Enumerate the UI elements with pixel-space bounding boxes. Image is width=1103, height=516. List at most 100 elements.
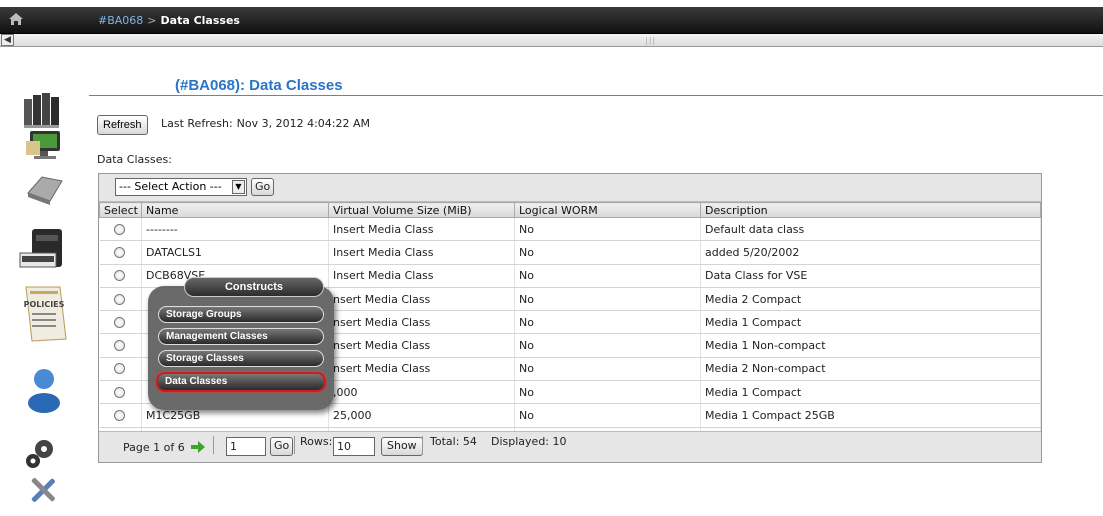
policies-label: POLICIES bbox=[24, 300, 65, 309]
row-select-radio[interactable] bbox=[113, 246, 125, 258]
page-go-button[interactable]: Go bbox=[270, 437, 294, 456]
row-select-radio[interactable] bbox=[113, 386, 125, 398]
cell-virtual-volume-size: ,000 bbox=[328, 380, 515, 405]
cell-description: Media 2 Compact bbox=[700, 287, 1041, 312]
cell-description: Media 1 Compact bbox=[700, 380, 1041, 405]
refresh-button[interactable]: Refresh bbox=[97, 115, 148, 135]
row-select-cell bbox=[99, 240, 142, 265]
breadcrumb: #BA068 > Data Classes bbox=[98, 14, 240, 27]
row-select-cell bbox=[99, 380, 142, 405]
cell-virtual-volume-size: 25,000 bbox=[328, 403, 515, 428]
rows-input[interactable]: 10 bbox=[333, 437, 375, 456]
menu-item-data-classes[interactable]: Data Classes bbox=[156, 372, 326, 392]
cell-virtual-volume-size: nsert Media Class bbox=[328, 333, 515, 358]
cell-description: Media 1 Compact bbox=[700, 310, 1041, 335]
show-button[interactable]: Show bbox=[381, 437, 423, 456]
cell-virtual-volume-size: nsert Media Class bbox=[328, 357, 515, 382]
users-icon[interactable] bbox=[24, 367, 64, 413]
service-tools-icon[interactable] bbox=[26, 473, 60, 507]
cell-logical-worm: No bbox=[514, 380, 701, 405]
policies-icon[interactable]: POLICIES bbox=[20, 283, 68, 345]
rows-label: Rows: bbox=[300, 435, 333, 448]
column-header-size[interactable]: Virtual Volume Size (MiB) bbox=[328, 202, 515, 218]
cell-description: Default data class bbox=[700, 217, 1041, 242]
row-select-cell bbox=[99, 403, 142, 428]
select-action-dropdown[interactable]: --- Select Action --- ▼ bbox=[115, 178, 247, 196]
row-select-radio[interactable] bbox=[113, 223, 125, 235]
row-select-radio[interactable] bbox=[113, 270, 125, 282]
breadcrumb-separator: > bbox=[147, 14, 157, 27]
scroll-left-button[interactable]: ◀ bbox=[1, 34, 14, 46]
row-select-cell bbox=[99, 357, 142, 382]
next-page-arrow-icon[interactable] bbox=[191, 441, 205, 453]
row-select-cell bbox=[99, 217, 142, 242]
action-bar: --- Select Action --- ▼ Go bbox=[99, 174, 1041, 202]
cell-name: -------- bbox=[141, 217, 329, 242]
cell-logical-worm: No bbox=[514, 240, 701, 265]
cell-description: Media 1 Non-compact bbox=[700, 333, 1041, 358]
row-select-cell bbox=[99, 287, 142, 312]
virtual-drive-icon[interactable] bbox=[24, 171, 64, 207]
popup-title: Constructs bbox=[184, 277, 324, 297]
row-select-cell bbox=[99, 333, 142, 358]
pager-divider bbox=[294, 436, 295, 454]
top-bar: #BA068 > Data Classes bbox=[0, 7, 1103, 34]
pager: Page 1 of 6 1 Go Rows: 10 Show Total: 54… bbox=[99, 431, 1041, 462]
last-refresh-value: Nov 3, 2012 4:04:22 AM bbox=[236, 117, 371, 130]
column-header-name[interactable]: Name bbox=[141, 202, 329, 218]
table-header-row: Select Name Virtual Volume Size (MiB) Lo… bbox=[99, 202, 1041, 218]
pager-divider bbox=[422, 436, 423, 454]
row-select-cell bbox=[99, 310, 142, 335]
row-select-radio[interactable] bbox=[113, 410, 125, 422]
row-select-radio[interactable] bbox=[113, 340, 125, 352]
physical-library-icon[interactable] bbox=[18, 225, 68, 277]
table-row[interactable]: -------- Insert Media Class No Default data… bbox=[99, 217, 1041, 242]
home-icon[interactable] bbox=[8, 11, 24, 27]
column-header-select[interactable]: Select bbox=[99, 202, 142, 218]
menu-item-storage-classes[interactable]: Storage Classes bbox=[158, 350, 324, 367]
system-health-icon[interactable] bbox=[20, 89, 64, 131]
last-refresh-label: Last Refresh: bbox=[161, 117, 233, 130]
cell-logical-worm: No bbox=[514, 287, 701, 312]
cell-virtual-volume-size: Insert Media Class bbox=[328, 217, 515, 242]
menu-item-storage-groups[interactable]: Storage Groups bbox=[158, 306, 324, 323]
menu-item-management-classes[interactable]: Management Classes bbox=[158, 328, 324, 345]
row-select-radio[interactable] bbox=[113, 363, 125, 375]
constructs-popup-menu: Constructs Storage Groups Management Cla… bbox=[148, 277, 334, 410]
select-action-value: --- Select Action --- bbox=[119, 180, 222, 193]
chevron-down-icon[interactable]: ▼ bbox=[232, 180, 245, 194]
cell-virtual-volume-size: Insert Media Class bbox=[328, 240, 515, 265]
cell-logical-worm: No bbox=[514, 357, 701, 382]
breadcrumb-current: Data Classes bbox=[160, 14, 240, 27]
breadcrumb-link-system[interactable]: #BA068 bbox=[98, 14, 143, 27]
cell-virtual-volume-size: nsert Media Class bbox=[328, 287, 515, 312]
last-refresh: Last Refresh: Nov 3, 2012 4:04:22 AM bbox=[161, 117, 370, 130]
cell-logical-worm: No bbox=[514, 333, 701, 358]
cell-logical-worm: No bbox=[514, 403, 701, 428]
cell-description: added 5/20/2002 bbox=[700, 240, 1041, 265]
row-select-radio[interactable] bbox=[113, 316, 125, 328]
page-number-input[interactable]: 1 bbox=[226, 437, 266, 456]
cell-virtual-volume-size: Insert Media Class bbox=[328, 264, 515, 288]
scroll-grip-icon[interactable]: ||| bbox=[645, 36, 656, 45]
column-header-worm[interactable]: Logical WORM bbox=[514, 202, 701, 218]
cell-virtual-volume-size: nsert Media Class bbox=[328, 310, 515, 335]
action-go-button[interactable]: Go bbox=[251, 178, 275, 196]
table-row[interactable]: DATACLS1 Insert Media Class No added 5/20/2… bbox=[99, 240, 1041, 265]
cell-name: DATACLS1 bbox=[141, 240, 329, 265]
left-navigation: POLICIES bbox=[0, 47, 88, 516]
cell-logical-worm: No bbox=[514, 264, 701, 288]
cell-logical-worm: No bbox=[514, 217, 701, 242]
monitor-icon[interactable] bbox=[24, 129, 64, 163]
column-header-description[interactable]: Description bbox=[700, 202, 1041, 218]
row-select-radio[interactable] bbox=[113, 293, 125, 305]
page-indicator: Page 1 of 6 bbox=[123, 441, 185, 454]
cell-logical-worm: No bbox=[514, 310, 701, 335]
displayed-count: Displayed: 10 bbox=[491, 435, 567, 448]
cell-description: Media 1 Compact 25GB bbox=[700, 403, 1041, 428]
page-title: (#BA068): Data Classes bbox=[175, 77, 343, 94]
horizontal-scrollbar[interactable]: ◀ ||| bbox=[0, 34, 1103, 47]
settings-gears-icon[interactable] bbox=[24, 437, 58, 471]
pager-divider bbox=[213, 436, 214, 454]
cell-description: Data Class for VSE bbox=[700, 264, 1041, 288]
